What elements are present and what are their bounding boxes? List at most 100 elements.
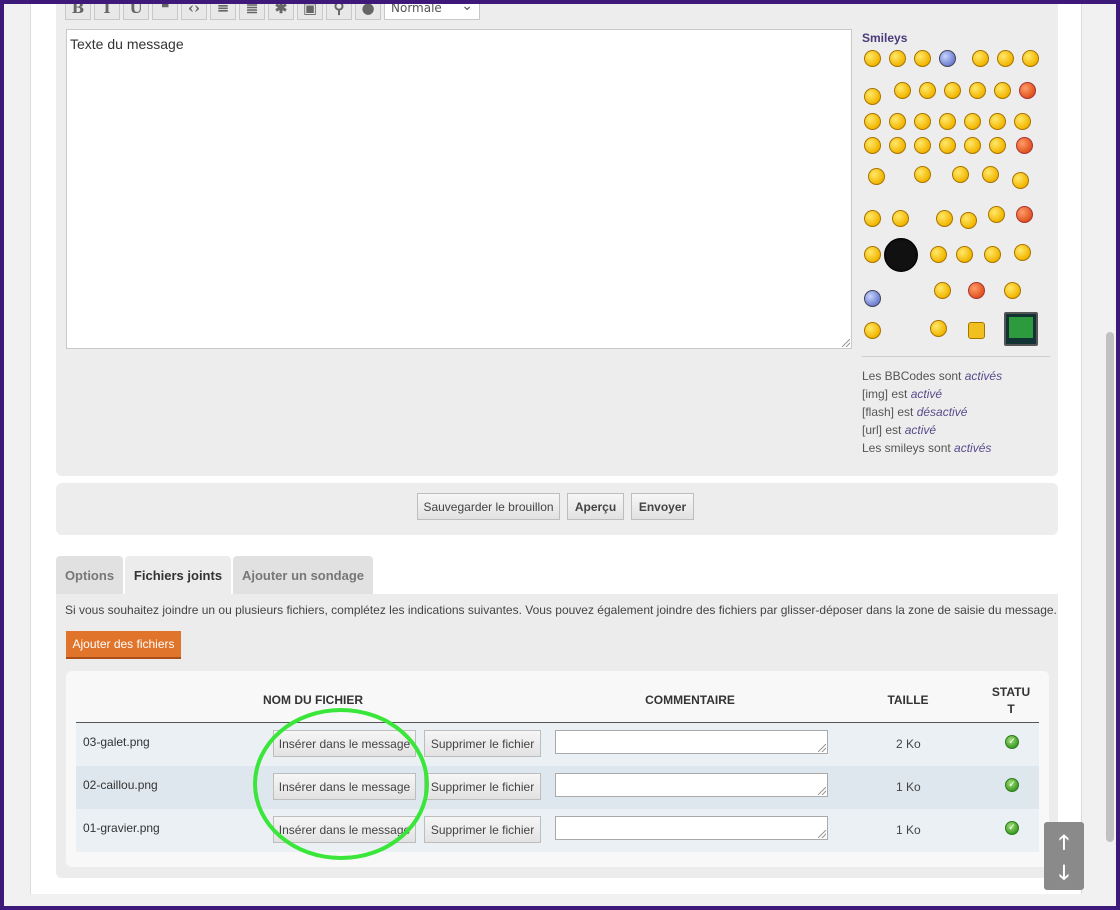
smiley-icon[interactable] — [1016, 137, 1033, 154]
tab-attachments[interactable]: Fichiers joints — [125, 556, 231, 594]
smiley-icon[interactable] — [969, 82, 986, 99]
files-table: NOM DU FICHIER COMMENTAIRE TAILLE STATU … — [66, 671, 1049, 867]
bold-icon[interactable]: B — [65, 4, 91, 20]
font-size-select[interactable]: Normale — [384, 4, 480, 20]
italic-icon[interactable]: I — [94, 4, 120, 20]
smileys-grid — [864, 46, 1044, 350]
smiley-icon[interactable] — [1012, 172, 1029, 189]
santa-smiley-icon[interactable] — [968, 282, 985, 299]
bbcode-info: Les BBCodes sont activés [img] est activ… — [862, 367, 1002, 457]
list-icon[interactable]: ≡ — [210, 4, 236, 20]
delete-file-button[interactable]: Supprimer le fichier — [424, 730, 541, 757]
image-icon[interactable]: ▣ — [297, 4, 323, 20]
smiley-icon[interactable] — [930, 320, 947, 337]
smiley-icon[interactable] — [914, 166, 931, 183]
resize-grip-icon[interactable] — [818, 830, 826, 838]
smiley-icon[interactable] — [864, 290, 881, 307]
code-icon[interactable]: ‹› — [181, 4, 207, 20]
reading-smiley-icon[interactable] — [952, 166, 969, 183]
smiley-icon[interactable] — [864, 50, 881, 67]
star-icon[interactable]: ✱ — [268, 4, 294, 20]
comment-input[interactable] — [555, 773, 828, 797]
link-icon[interactable]: ⚲ — [326, 4, 352, 20]
smiley-icon[interactable] — [864, 322, 881, 339]
smiley-icon[interactable] — [989, 137, 1006, 154]
smiley-icon[interactable] — [934, 282, 951, 299]
resize-grip-icon[interactable] — [818, 787, 826, 795]
flash-icon[interactable]: ● — [355, 4, 381, 20]
smiley-icon[interactable] — [914, 113, 931, 130]
smiley-icon[interactable] — [960, 212, 977, 229]
tab-poll[interactable]: Ajouter un sondage — [233, 556, 373, 594]
smiley-icon[interactable] — [1022, 50, 1039, 67]
angel-smiley-icon[interactable] — [868, 168, 885, 185]
preview-button[interactable]: Aperçu — [567, 493, 624, 520]
smiley-icon[interactable] — [964, 137, 981, 154]
table-row: 01-gravier.png Insérer dans le message S… — [76, 809, 1039, 852]
check-icon: ✓ — [1005, 778, 1019, 792]
smiley-icon[interactable] — [889, 137, 906, 154]
comment-input[interactable] — [555, 730, 828, 754]
browser-frame: B I U ❝ ‹› ≡ ≣ ✱ ▣ ⚲ ● Normale Texte du … — [0, 0, 1120, 910]
url-status: [url] est activé — [862, 423, 937, 437]
smiley-icon[interactable] — [889, 113, 906, 130]
smiley-icon[interactable] — [1019, 82, 1036, 99]
smiley-icon[interactable] — [864, 137, 881, 154]
smiley-icon[interactable] — [988, 206, 1005, 223]
flash-status: [flash] est désactivé — [862, 405, 968, 419]
resize-grip-icon[interactable] — [842, 339, 850, 347]
file-name: 03-galet.png — [83, 735, 150, 749]
smiley-icon[interactable] — [864, 113, 881, 130]
smiley-icon[interactable] — [964, 113, 981, 130]
tab-options[interactable]: Options — [56, 556, 123, 594]
smiley-icon[interactable] — [956, 246, 973, 263]
smiley-icon[interactable] — [944, 82, 961, 99]
quote-icon[interactable]: ❝ — [152, 4, 178, 20]
arrow-down-icon[interactable]: 🡓 — [1044, 858, 1084, 892]
arrow-up-icon[interactable]: 🡑 — [1044, 828, 1084, 862]
smiley-icon[interactable] — [939, 50, 956, 67]
smiley-icon[interactable] — [894, 82, 911, 99]
smiley-icon[interactable] — [889, 50, 906, 67]
message-textarea[interactable]: Texte du message — [66, 29, 852, 349]
smiley-icon[interactable] — [892, 210, 909, 227]
smiley-icon[interactable] — [864, 246, 881, 263]
smiley-icon[interactable] — [930, 246, 947, 263]
smiley-icon[interactable] — [864, 210, 881, 227]
reindeer-smiley-icon[interactable] — [1004, 282, 1021, 299]
comment-input[interactable] — [555, 816, 828, 840]
scrollbar-thumb[interactable] — [1106, 332, 1114, 842]
delete-file-button[interactable]: Supprimer le fichier — [424, 816, 541, 843]
afro-smiley-icon[interactable] — [884, 238, 918, 272]
smiley-icon[interactable] — [919, 82, 936, 99]
smiley-icon[interactable] — [939, 137, 956, 154]
smiley-icon[interactable] — [1014, 244, 1031, 261]
smiley-icon[interactable] — [1016, 206, 1033, 223]
smiley-icon[interactable] — [914, 50, 931, 67]
smiley-icon[interactable] — [994, 82, 1011, 99]
file-size: 1 Ko — [896, 823, 921, 837]
computer-smiley-icon[interactable] — [1004, 312, 1038, 346]
smiley-icon[interactable] — [939, 113, 956, 130]
check-icon: ✓ — [1005, 735, 1019, 749]
submit-buttons-bar: Sauvegarder le brouillon Aperçu Envoyer — [56, 483, 1058, 535]
smiley-icon[interactable] — [984, 246, 1001, 263]
smiley-icon[interactable] — [989, 113, 1006, 130]
smiley-icon[interactable] — [972, 50, 989, 67]
talking-smiley-icon[interactable] — [936, 210, 953, 227]
check-icon: ✓ — [1005, 821, 1019, 835]
underline-icon[interactable]: U — [123, 4, 149, 20]
save-draft-button[interactable]: Sauvegarder le brouillon — [417, 493, 560, 520]
smiley-icon[interactable] — [1014, 113, 1031, 130]
smiley-icon[interactable] — [997, 50, 1014, 67]
numbered-list-icon[interactable]: ≣ — [239, 4, 265, 20]
smiley-icon[interactable] — [982, 166, 999, 183]
mug-smiley-icon[interactable] — [968, 322, 985, 339]
send-button[interactable]: Envoyer — [631, 493, 694, 520]
delete-file-button[interactable]: Supprimer le fichier — [424, 773, 541, 800]
resize-grip-icon[interactable] — [818, 744, 826, 752]
smiley-icon[interactable] — [914, 137, 931, 154]
page-scrollbar[interactable] — [1104, 4, 1116, 906]
add-files-button[interactable]: Ajouter des fichiers — [66, 631, 181, 659]
smiley-icon[interactable] — [864, 88, 881, 105]
